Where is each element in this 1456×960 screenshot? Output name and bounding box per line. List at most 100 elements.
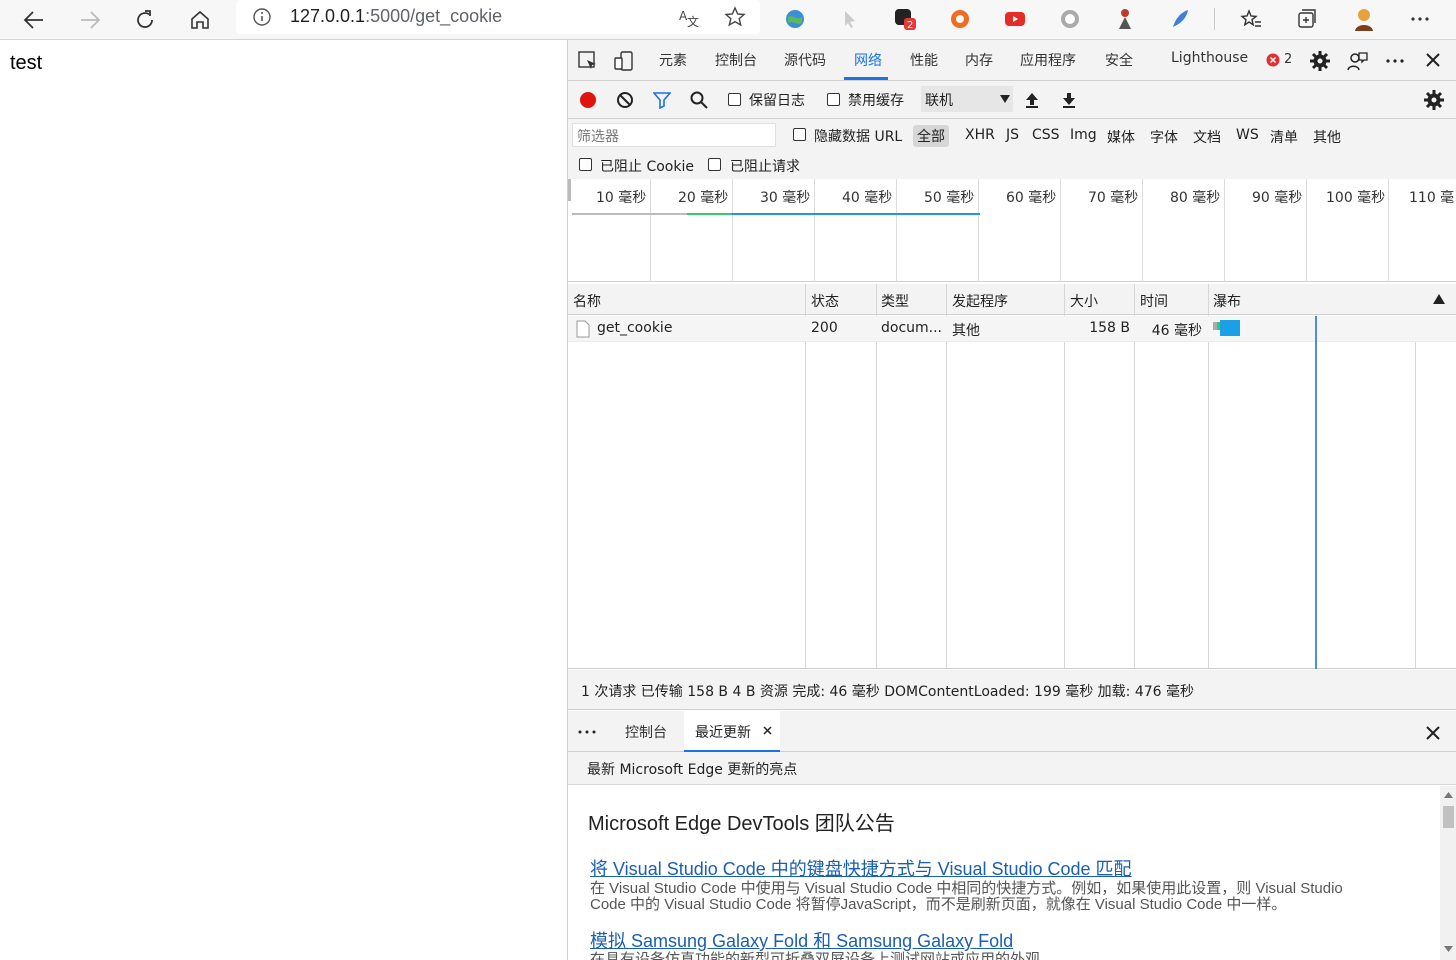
more-menu-icon[interactable] <box>1406 5 1434 33</box>
scroll-up-icon[interactable] <box>1444 792 1453 798</box>
tab-elements[interactable]: 元素 <box>659 50 687 70</box>
drawer-tab-whatsnew[interactable]: 最近更新 <box>684 711 780 752</box>
column-header-waterfall[interactable]: 瀑布 <box>1213 291 1241 311</box>
request-size: 158 B <box>1089 320 1130 336</box>
overview-gridline <box>978 179 979 282</box>
home-icon[interactable] <box>184 4 216 36</box>
column-header-time[interactable]: 时间 <box>1140 291 1168 311</box>
profile-avatar-icon[interactable] <box>1350 5 1378 33</box>
extension-badge-icon[interactable]: 2 <box>891 5 919 33</box>
preserve-log-checkbox[interactable] <box>728 93 741 106</box>
overview-gridline <box>1388 179 1389 282</box>
overview-selection-handle[interactable] <box>568 179 571 201</box>
filter-type-font[interactable]: 字体 <box>1150 127 1178 147</box>
overview-tick: 70 毫秒 <box>1088 190 1139 206</box>
devtools-panel: 元素 控制台 源代码 网络 性能 内存 应用程序 安全 Lighthouse 2 <box>567 40 1456 960</box>
tab-application[interactable]: 应用程序 <box>1020 50 1076 70</box>
blocked-requests-checkbox[interactable] <box>708 158 721 171</box>
blocked-requests-label: 已阻止请求 <box>730 159 800 175</box>
drawer-tab-console[interactable]: 控制台 <box>625 722 667 742</box>
error-icon[interactable] <box>1266 53 1280 67</box>
tab-console[interactable]: 控制台 <box>715 50 757 70</box>
tab-sources[interactable]: 源代码 <box>784 50 826 70</box>
record-icon[interactable] <box>579 91 597 109</box>
hide-data-url-checkbox[interactable] <box>793 128 806 141</box>
browser-toolbar: 127.0.0.1:5000/get_cookie A文 2 <box>0 0 1456 40</box>
disable-cache-label: 禁用缓存 <box>848 93 904 109</box>
filter-input[interactable]: 筛选器 <box>572 123 776 147</box>
close-devtools-icon[interactable] <box>1424 51 1442 69</box>
filter-type-css[interactable]: CSS <box>1032 127 1060 143</box>
extension-video-icon[interactable] <box>1001 5 1029 33</box>
back-icon[interactable] <box>18 4 50 36</box>
import-har-icon[interactable] <box>1023 91 1041 109</box>
device-toggle-icon[interactable] <box>613 50 635 72</box>
column-header-size[interactable]: 大小 <box>1070 291 1098 311</box>
tab-memory[interactable]: 内存 <box>965 50 993 70</box>
drawer-more-icon[interactable] <box>577 722 599 742</box>
tab-lighthouse[interactable]: Lighthouse <box>1171 50 1248 66</box>
error-count[interactable]: 2 <box>1284 52 1292 67</box>
tab-security[interactable]: 安全 <box>1105 50 1133 70</box>
forward-icon[interactable] <box>74 4 106 36</box>
filter-type-media[interactable]: 媒体 <box>1107 127 1135 147</box>
search-icon[interactable] <box>690 91 708 109</box>
translate-icon[interactable]: A文 <box>678 6 700 28</box>
filter-type-js[interactable]: JS <box>1006 127 1019 143</box>
scrollbar[interactable] <box>1440 786 1456 960</box>
extension-cursor-icon[interactable] <box>836 5 864 33</box>
feedback-icon[interactable] <box>1346 50 1368 72</box>
extension-feather-icon[interactable] <box>1166 5 1194 33</box>
whatsnew-link-galaxy-fold[interactable]: 模拟 Samsung Galaxy Fold 和 Samsung Galaxy … <box>590 927 1013 953</box>
column-header-status[interactable]: 状态 <box>811 291 839 311</box>
overview-tick: 30 毫秒 <box>760 190 811 206</box>
address-bar[interactable]: 127.0.0.1:5000/get_cookie A文 <box>236 0 760 34</box>
settings-gear-icon[interactable] <box>1309 50 1331 72</box>
filter-type-other[interactable]: 其他 <box>1313 127 1341 147</box>
column-header-initiator[interactable]: 发起程序 <box>952 291 1008 311</box>
blocked-cookie-checkbox[interactable] <box>579 158 592 171</box>
inspect-element-icon[interactable] <box>577 50 599 72</box>
network-overview[interactable]: 10 毫秒 20 毫秒 30 毫秒 40 毫秒 50 毫秒 60 毫秒 70 毫… <box>568 179 1456 282</box>
filter-type-doc[interactable]: 文档 <box>1193 127 1221 147</box>
favorites-icon[interactable] <box>1237 5 1265 33</box>
network-toolbar: 保留日志 禁用缓存 联机 <box>568 81 1456 119</box>
collections-icon[interactable] <box>1293 5 1321 33</box>
devtools-more-icon[interactable] <box>1384 50 1406 72</box>
throttle-select[interactable]: 联机 <box>921 86 1013 112</box>
clear-icon[interactable] <box>616 91 634 109</box>
filter-icon[interactable] <box>653 91 671 109</box>
column-header-name[interactable]: 名称 <box>573 291 601 311</box>
whatsnew-link-keyboard-shortcuts[interactable]: 将 Visual Studio Code 中的键盘快捷方式与 Visual St… <box>590 855 1132 881</box>
disable-cache-checkbox[interactable] <box>827 93 840 106</box>
scroll-down-icon[interactable] <box>1444 946 1453 952</box>
drawer-tabbar: 控制台 最近更新 <box>568 711 1456 752</box>
close-tab-icon[interactable] <box>763 726 772 735</box>
extension-figure-icon[interactable] <box>1111 5 1139 33</box>
column-header-type[interactable]: 类型 <box>881 291 909 311</box>
filter-type-ws[interactable]: WS <box>1236 127 1259 143</box>
filter-type-manifest[interactable]: 清单 <box>1270 127 1298 147</box>
filter-type-xhr[interactable]: XHR <box>965 127 995 143</box>
tab-network[interactable]: 网络 <box>854 50 882 70</box>
address-text[interactable]: 127.0.0.1:5000/get_cookie <box>290 6 502 27</box>
export-har-icon[interactable] <box>1060 91 1078 109</box>
close-drawer-icon[interactable] <box>1425 725 1441 741</box>
request-name: get_cookie <box>597 320 673 336</box>
overview-tick: 50 毫秒 <box>924 190 975 206</box>
toolbar-divider <box>1214 8 1215 30</box>
table-row[interactable]: get_cookie 200 docum... 其他 158 B 46 毫秒 <box>568 316 1456 342</box>
network-settings-icon[interactable] <box>1423 89 1445 111</box>
filter-type-all[interactable]: 全部 <box>913 125 949 147</box>
extension-circle-icon[interactable] <box>1056 5 1084 33</box>
filter-type-img[interactable]: Img <box>1070 127 1097 143</box>
sort-ascending-icon[interactable] <box>1433 294 1445 304</box>
favorite-star-icon[interactable] <box>724 6 746 28</box>
extension-orange-icon[interactable] <box>946 5 974 33</box>
refresh-icon[interactable] <box>129 4 161 36</box>
info-icon[interactable] <box>252 7 272 27</box>
request-table: 名称 状态 类型 发起程序 大小 时间 瀑布 get_cookie 200 do… <box>568 284 1456 669</box>
tab-performance[interactable]: 性能 <box>910 50 938 70</box>
extension-globe-icon[interactable] <box>781 5 809 33</box>
scroll-thumb[interactable] <box>1443 806 1454 828</box>
